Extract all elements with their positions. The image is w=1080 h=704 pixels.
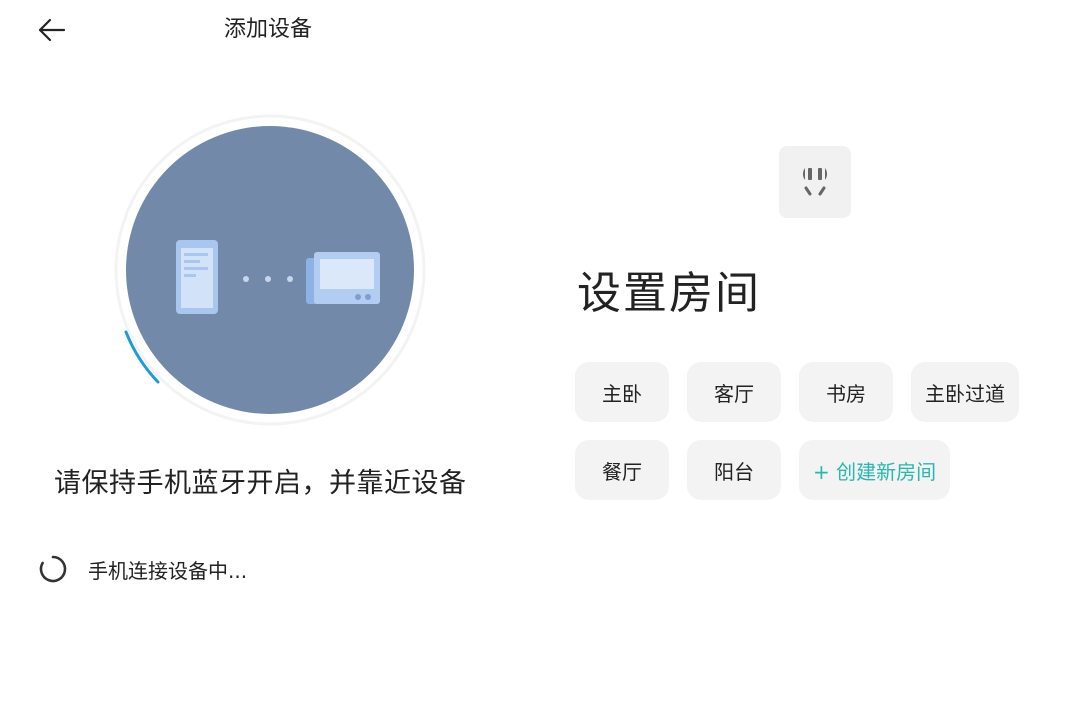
room-chip[interactable]: 主卧 <box>575 362 669 422</box>
room-chip[interactable]: 餐厅 <box>575 440 669 500</box>
power-plug-icon <box>802 168 828 196</box>
bluetooth-connect-illustration <box>112 112 428 428</box>
loading-spinner-icon <box>39 555 67 583</box>
room-chip[interactable]: 主卧过道 <box>911 362 1019 422</box>
back-button[interactable] <box>34 14 70 46</box>
connection-status: 手机连接设备中... <box>38 552 247 586</box>
device-icon <box>306 252 380 304</box>
room-chip[interactable]: 书房 <box>799 362 893 422</box>
instruction-text: 请保持手机蓝牙开启，并靠近设备 <box>54 468 467 499</box>
arrow-left-icon <box>38 18 66 42</box>
phone-icon <box>176 240 218 314</box>
page-title: 添加设备 <box>224 17 313 42</box>
room-chip[interactable]: 阳台 <box>687 440 781 500</box>
create-room-button[interactable]: + 创建新房间 <box>799 440 951 500</box>
section-title: 设置房间 <box>577 268 761 319</box>
room-chip-list: 主卧 客厅 书房 主卧过道 餐厅 阳台 + 创建新房间 <box>575 362 1045 500</box>
status-text: 手机连接设备中... <box>88 558 248 583</box>
room-chip[interactable]: 客厅 <box>687 362 781 422</box>
device-thumbnail <box>779 146 851 218</box>
